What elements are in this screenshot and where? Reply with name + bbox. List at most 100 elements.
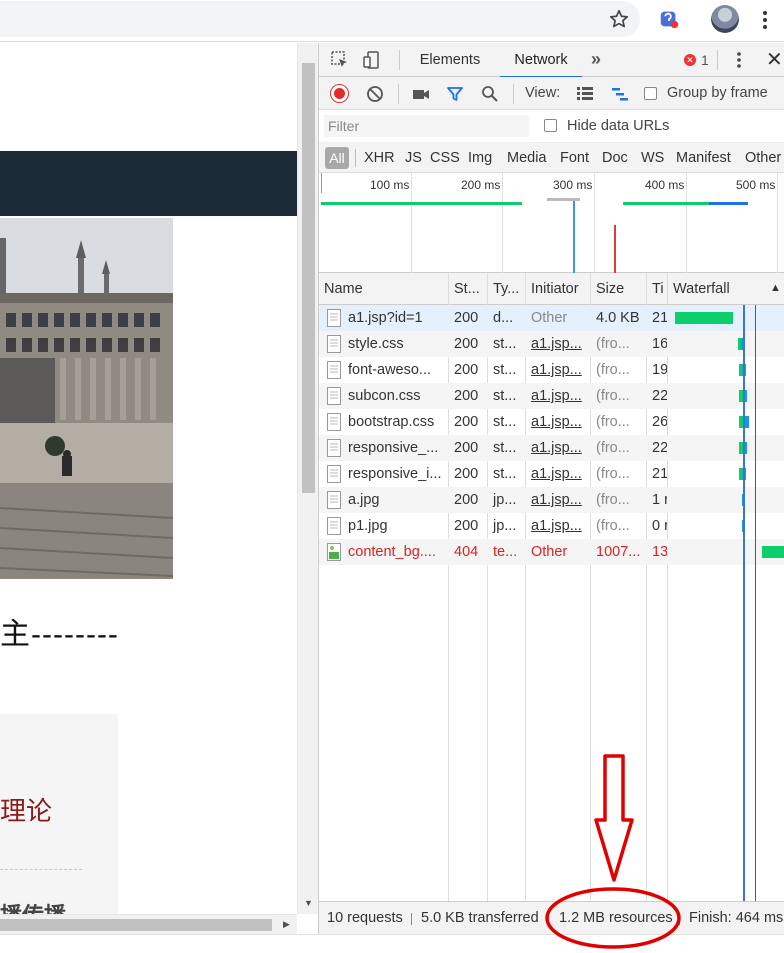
type-filter-font[interactable]: Font [560, 143, 589, 173]
extension-icon[interactable] [658, 8, 680, 30]
hide-data-urls-label[interactable]: Hide data URLs [567, 110, 669, 143]
request-time: 19 [652, 362, 667, 378]
col-waterfall[interactable]: Waterfall [668, 273, 768, 305]
request-count: 10 requests [327, 910, 403, 926]
scroll-right-arrow-icon[interactable]: ▶ [283, 919, 290, 930]
request-name[interactable]: font-aweso... [343, 357, 447, 383]
type-filter-doc[interactable]: Doc [602, 143, 628, 173]
profile-avatar[interactable] [711, 5, 739, 33]
request-initiator[interactable]: a1.jsp... [526, 357, 590, 383]
waterfall-bar[interactable] [675, 312, 733, 324]
request-row[interactable]: style.css 200 st... a1.jsp... (fro... 16 [319, 331, 784, 357]
request-row[interactable]: responsive_... 200 st... a1.jsp... (fro... 22 [319, 435, 784, 461]
request-row[interactable]: a.jpg 200 jp... a1.jsp... (fro... 1 r [319, 487, 784, 513]
request-initiator[interactable]: a1.jsp... [526, 513, 590, 539]
sort-ascending-icon[interactable]: ▲ [770, 282, 781, 294]
record-button[interactable] [330, 84, 349, 103]
request-row[interactable]: bootstrap.css 200 st... a1.jsp... (fro... 26 [319, 409, 784, 435]
address-bar[interactable] [0, 1, 640, 37]
col-status[interactable]: St... [449, 273, 487, 305]
col-type[interactable]: Ty... [488, 273, 525, 305]
col-name[interactable]: Name [319, 273, 448, 305]
request-row[interactable]: font-aweso... 200 st... a1.jsp... (fro... 19 [319, 357, 784, 383]
page-horizontal-scrollbar[interactable]: ▶ [0, 914, 297, 934]
type-filter-media[interactable]: Media [507, 143, 547, 173]
inspect-element-icon[interactable] [330, 50, 350, 70]
hide-data-urls-checkbox[interactable] [544, 119, 557, 132]
col-initiator[interactable]: Initiator [526, 273, 590, 305]
request-initiator[interactable]: Other [526, 539, 590, 565]
screenshot-camera-icon[interactable] [411, 84, 431, 104]
domcontentloaded-line [573, 201, 575, 273]
request-initiator[interactable]: a1.jsp... [526, 435, 590, 461]
panel-link-text-2[interactable]: 播传播 [0, 898, 66, 914]
devtools-menu-icon[interactable] [733, 51, 745, 69]
request-name[interactable]: style.css [343, 331, 447, 357]
request-time: 22 [652, 388, 667, 404]
page-vertical-scrollbar[interactable]: ▼ [297, 43, 318, 914]
filter-funnel-icon[interactable] [445, 84, 465, 104]
more-tabs-icon[interactable]: » [591, 49, 601, 70]
request-name[interactable]: p1.jpg [343, 513, 447, 539]
request-type: st... [493, 466, 517, 482]
large-rows-icon[interactable] [575, 84, 595, 104]
filter-input[interactable] [324, 115, 529, 137]
request-name[interactable]: responsive_... [343, 435, 447, 461]
request-initiator[interactable]: a1.jsp... [526, 409, 590, 435]
page-scroll-thumb[interactable] [302, 63, 315, 493]
tab-separator [717, 50, 718, 70]
request-time: 21 [652, 466, 667, 482]
kebab-menu-icon[interactable] [758, 8, 772, 32]
type-filter-other[interactable]: Other [745, 143, 781, 173]
request-initiator[interactable]: a1.jsp... [526, 331, 590, 357]
request-status: 200 [454, 414, 479, 430]
document-file-icon [327, 439, 341, 457]
group-by-frame-label[interactable]: Group by frame [667, 77, 768, 110]
search-icon[interactable] [480, 84, 500, 104]
request-row[interactable]: p1.jpg 200 jp... a1.jsp... (fro... 0 r [319, 513, 784, 539]
request-size: (fro... [596, 492, 630, 508]
request-initiator[interactable]: a1.jsp... [526, 487, 590, 513]
type-filter-css[interactable]: CSS [430, 143, 460, 173]
request-name[interactable]: bootstrap.css [343, 409, 447, 435]
request-row[interactable]: a1.jsp?id=1 200 d... Other 4.0 KB 21 [319, 305, 784, 331]
type-filter-manifest[interactable]: Manifest [676, 143, 731, 173]
request-status: 200 [454, 362, 479, 378]
request-name[interactable]: responsive_i... [343, 461, 447, 487]
clear-icon[interactable] [365, 84, 385, 104]
request-initiator[interactable]: a1.jsp... [526, 383, 590, 409]
request-row[interactable]: subcon.css 200 st... a1.jsp... (fro... 22 [319, 383, 784, 409]
request-initiator[interactable]: a1.jsp... [526, 461, 590, 487]
type-filter-all[interactable]: All [325, 147, 349, 169]
star-icon[interactable] [608, 8, 630, 30]
close-devtools-icon[interactable]: ✕ [766, 47, 783, 72]
request-name[interactable]: subcon.css [343, 383, 447, 409]
request-name[interactable]: a1.jsp?id=1 [343, 305, 447, 331]
type-filter-xhr[interactable]: XHR [364, 143, 395, 173]
panel-link-text[interactable]: 理论 [0, 791, 52, 828]
type-filter-img[interactable]: Img [468, 143, 492, 173]
device-toolbar-icon[interactable] [362, 50, 382, 70]
request-row[interactable]: responsive_i... 200 st... a1.jsp... (fro... 2… [319, 461, 784, 487]
network-overview[interactable]: 100 ms 200 ms 300 ms 400 ms 500 ms [319, 173, 784, 273]
type-filter-js[interactable]: JS [405, 143, 422, 173]
request-initiator[interactable]: Other [526, 305, 590, 331]
request-row[interactable]: content_bg.... 404 te... Other 1007... 13 [319, 539, 784, 565]
overview-tick: 500 ms [736, 178, 776, 192]
page-hscroll-thumb[interactable] [0, 919, 272, 931]
tab-network[interactable]: Network [500, 43, 582, 78]
type-filter-ws[interactable]: WS [641, 143, 664, 173]
error-count-badge[interactable]: ✕ 1 [684, 52, 709, 68]
request-name[interactable]: content_bg.... [343, 539, 447, 565]
tab-elements[interactable]: Elements [411, 43, 489, 77]
transferred-size: 5.0 KB transferred [421, 910, 539, 926]
group-by-frame-checkbox[interactable] [644, 87, 657, 100]
request-name[interactable]: a.jpg [343, 487, 447, 513]
scroll-down-arrow-icon[interactable]: ▼ [304, 898, 313, 908]
waterfall-bar[interactable] [762, 546, 784, 558]
col-size[interactable]: Size [591, 273, 646, 305]
overview-tick: 200 ms [461, 178, 501, 192]
browser-toolbar [0, 0, 784, 42]
col-time[interactable]: Ti [647, 273, 667, 305]
waterfall-view-icon[interactable] [610, 84, 630, 104]
